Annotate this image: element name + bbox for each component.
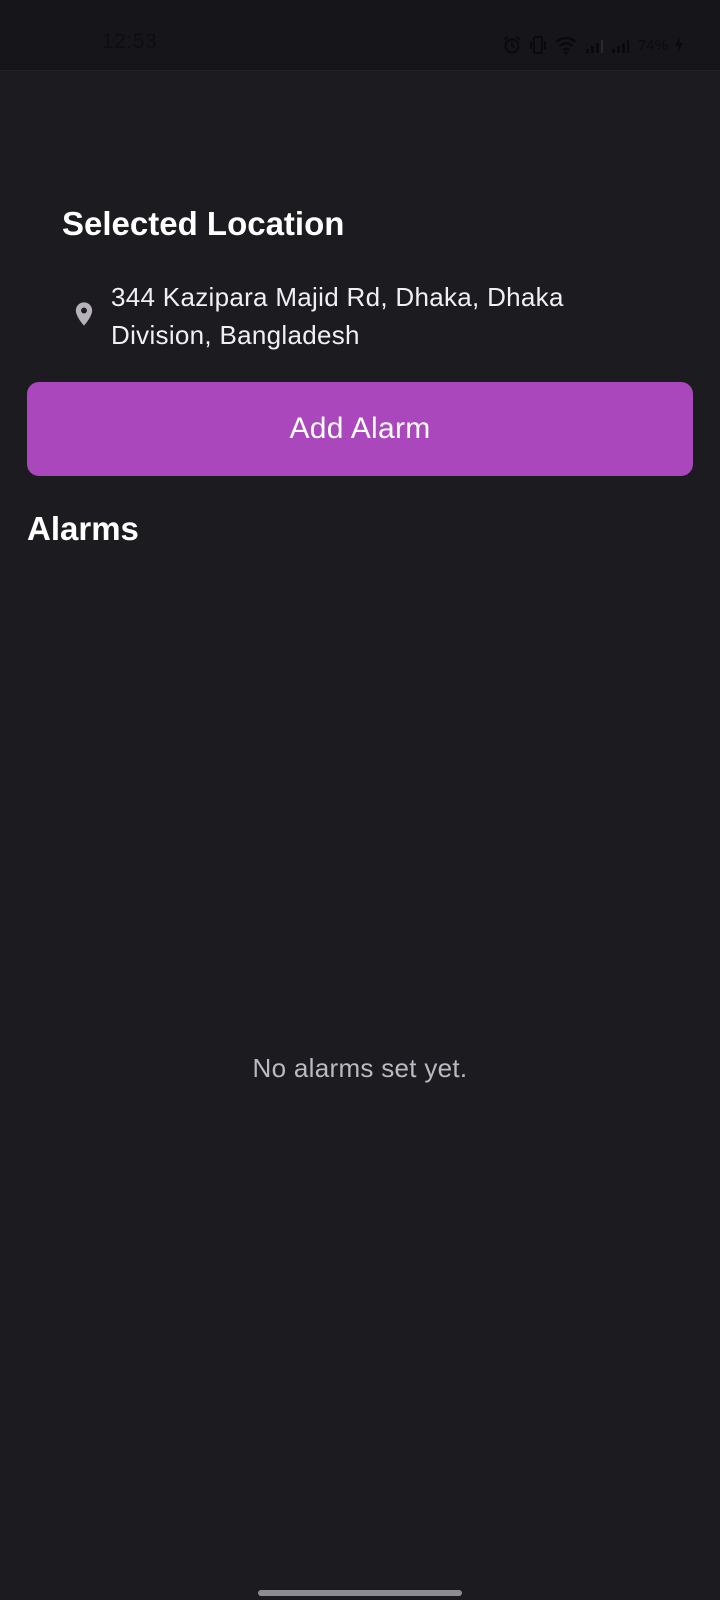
selected-location-row: 344 Kazipara Majid Rd, Dhaka, Dhaka Divi… (70, 278, 630, 354)
signal-icon (584, 35, 604, 55)
alarms-title: Alarms (27, 510, 139, 547)
home-indicator[interactable] (258, 1590, 462, 1596)
alarms-empty-message: No alarms set yet. (252, 1053, 468, 1083)
app-screen: 12:53 74% Selected Location 344 Kazipara… (0, 0, 720, 1600)
status-time: 12:53 (102, 30, 158, 53)
wifi-icon (554, 35, 578, 55)
location-pin-icon (70, 300, 98, 340)
charging-icon (674, 36, 684, 54)
add-alarm-button[interactable]: Add Alarm (27, 382, 693, 476)
battery-level: 74% (637, 36, 668, 54)
vibrate-icon (528, 35, 548, 55)
signal-icon (610, 35, 630, 55)
alarm-icon (502, 35, 522, 55)
selected-location-address: 344 Kazipara Majid Rd, Dhaka, Dhaka Divi… (111, 282, 564, 350)
status-bar: 12:53 74% (0, 0, 720, 71)
selected-location-title: Selected Location (62, 205, 345, 242)
status-icons: 74% (502, 33, 684, 57)
